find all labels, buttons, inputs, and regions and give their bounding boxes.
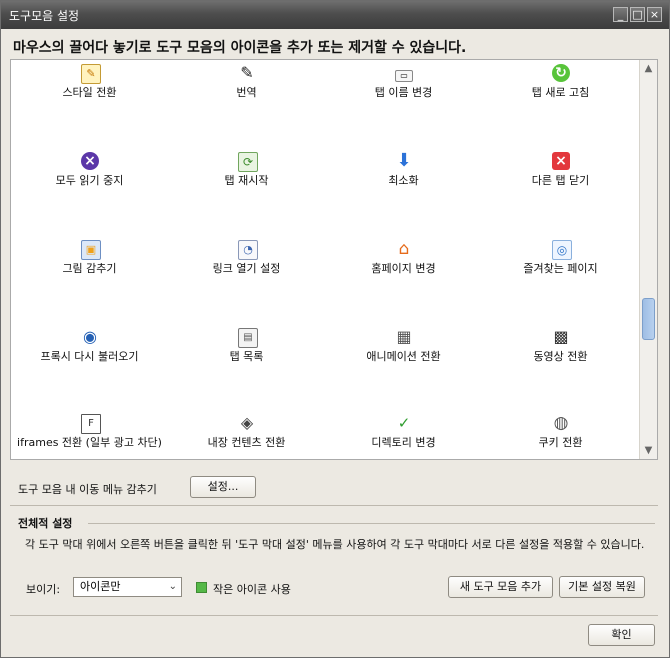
tool-label: 동영상 전환: [533, 350, 588, 363]
proxy-reload-icon: ◉: [83, 327, 97, 346]
scroll-up-icon[interactable]: ▲: [642, 62, 655, 75]
window-title: 도구모음 설정: [9, 9, 80, 23]
cookie-icon: ◍: [553, 413, 569, 433]
video-toggle-icon: ▩: [553, 327, 569, 346]
tool-item-close-other-tabs[interactable]: × 다른 탭 닫기: [482, 152, 639, 192]
tool-label: 쿠키 전환: [538, 436, 583, 449]
tool-label: 프록시 다시 불러오기: [40, 350, 139, 363]
tool-item-link-open-settings[interactable]: ◔ 링크 열기 설정: [168, 240, 325, 280]
scrollbar-thumb[interactable]: [642, 298, 655, 340]
tool-item-tab-rename[interactable]: ▭ 탭 이름 변경: [325, 64, 482, 104]
icon-list-scrollbar[interactable]: ▲ ▼: [639, 60, 657, 459]
toolbar-settings-window: 도구모음 설정 _ □ × 마우스의 끌어다 놓기로 도구 모음의 아이콘을 추…: [0, 0, 670, 658]
iframe-toggle-icon: F: [81, 414, 101, 434]
toolbar-icon-list[interactable]: ✎ 스타일 전환 ✎ 번역 ▭ 탭 이름 변경 ↻ 탭 새로 고침 × 모두 읽…: [10, 59, 658, 460]
hide-images-icon: ▣: [81, 240, 101, 260]
refresh-icon: ↻: [552, 64, 570, 82]
tool-label: 다른 탭 닫기: [531, 174, 590, 187]
tool-item-hide-images[interactable]: ▣ 그림 감추기: [11, 240, 168, 280]
show-mode-select[interactable]: 아이콘만 ⌄: [73, 577, 182, 597]
abc-check-icon: ✓: [397, 414, 411, 432]
tool-label: 그림 감추기: [62, 262, 117, 275]
tool-label: 스타일 전환: [62, 86, 117, 99]
tool-item-embedded-content[interactable]: ◈ 내장 컨텐츠 전환: [168, 414, 325, 454]
stop-all-icon: ×: [81, 152, 99, 170]
ok-button[interactable]: 확인: [588, 624, 655, 646]
instruction-text: 마우스의 끌어다 놓기로 도구 모음의 아이콘을 추가 또는 제거할 수 있습니…: [13, 40, 467, 56]
pencil-icon: ✎: [240, 63, 254, 82]
section-title-rule: [88, 523, 655, 524]
restore-defaults-button[interactable]: 기본 설정 복원: [559, 576, 645, 598]
animation-toggle-icon: ▦: [396, 327, 412, 346]
tool-item-style-switch[interactable]: ✎ 스타일 전환: [11, 64, 168, 104]
section-divider: [10, 505, 658, 506]
tool-label: 최소화: [388, 174, 419, 187]
tool-item-iframe-toggle[interactable]: F iframes 전환 (일부 광고 차단): [11, 414, 168, 454]
tool-label: 즐겨찾는 페이지: [523, 262, 598, 275]
tool-item-tab-refresh[interactable]: ↻ 탭 새로 고침: [482, 64, 639, 104]
tool-item-minimize[interactable]: ⬇ 최소화: [325, 152, 482, 192]
tool-item-proxy-reload[interactable]: ◉ 프록시 다시 불러오기: [11, 328, 168, 368]
hide-nav-menu-label: 도구 모음 내 이동 메뉴 감추기: [18, 483, 157, 496]
close-other-tabs-icon: ×: [552, 152, 570, 170]
favorite-page-icon: ◎: [552, 240, 572, 260]
scroll-down-icon[interactable]: ▼: [642, 444, 655, 457]
tool-item-stop-all[interactable]: × 모두 읽기 중지: [11, 152, 168, 192]
global-settings-description: 각 도구 막대 위에서 오른쪽 버튼을 클릭한 뒤 '도구 막대 설정' 메뉴를…: [25, 538, 645, 551]
tool-item-change-homepage[interactable]: ⌂ 홈페이지 변경: [325, 240, 482, 280]
tab-rename-icon: ▭: [395, 70, 413, 82]
minimize-arrow-icon: ⬇: [396, 150, 412, 171]
embedded-content-icon: ◈: [240, 413, 254, 432]
tool-label: iframes 전환 (일부 광고 차단): [17, 436, 162, 449]
tool-item-tab-list[interactable]: ▤ 탭 목록: [168, 328, 325, 368]
add-toolbar-button[interactable]: 새 도구 모음 추가: [448, 576, 553, 598]
settings-button[interactable]: 설정...: [190, 476, 256, 498]
tool-label: 디렉토리 변경: [371, 436, 436, 449]
small-icons-label: 작은 아이콘 사용: [213, 583, 291, 596]
home-icon: ⌂: [398, 239, 410, 259]
style-switch-icon: ✎: [81, 64, 101, 84]
small-icons-checkbox[interactable]: [196, 582, 207, 593]
tool-item-favorite-page[interactable]: ◎ 즐겨찾는 페이지: [482, 240, 639, 280]
tool-label: 번역: [236, 86, 257, 99]
footer-divider: [10, 615, 658, 616]
tool-item-video-toggle[interactable]: ▩ 동영상 전환: [482, 328, 639, 368]
tool-item-translate[interactable]: ✎ 번역: [168, 64, 325, 104]
title-bar[interactable]: 도구모음 설정 _ □ ×: [1, 1, 669, 29]
tool-label: 탭 재시작: [224, 174, 269, 187]
show-label: 보이기:: [26, 583, 61, 596]
tool-label: 홈페이지 변경: [371, 262, 436, 275]
tool-label: 애니메이션 전환: [366, 350, 441, 363]
restart-tab-icon: ⟳: [238, 152, 258, 172]
close-button[interactable]: ×: [647, 7, 662, 22]
tool-label: 탭 이름 변경: [374, 86, 433, 99]
tab-list-icon: ▤: [238, 328, 258, 348]
tool-label: 링크 열기 설정: [212, 262, 281, 275]
tool-label: 탭 새로 고침: [531, 86, 590, 99]
tool-label: 내장 컨텐츠 전환: [207, 436, 286, 449]
chevron-down-icon: ⌄: [168, 581, 177, 592]
show-mode-value: 아이콘만: [80, 580, 121, 593]
minimize-button[interactable]: _: [613, 7, 628, 22]
tool-label: 모두 읽기 중지: [55, 174, 124, 187]
tool-item-restart-tab[interactable]: ⟳ 탭 재시작: [168, 152, 325, 192]
tool-item-animation-toggle[interactable]: ▦ 애니메이션 전환: [325, 328, 482, 368]
maximize-button[interactable]: □: [630, 7, 645, 22]
tool-item-directory-change[interactable]: ✓ 디렉토리 변경: [325, 414, 482, 454]
tool-item-cookie-toggle[interactable]: ◍ 쿠키 전환: [482, 414, 639, 454]
link-open-settings-icon: ◔: [238, 240, 258, 260]
tool-label: 탭 목록: [229, 350, 264, 363]
global-settings-title: 전체적 설정: [18, 517, 73, 530]
